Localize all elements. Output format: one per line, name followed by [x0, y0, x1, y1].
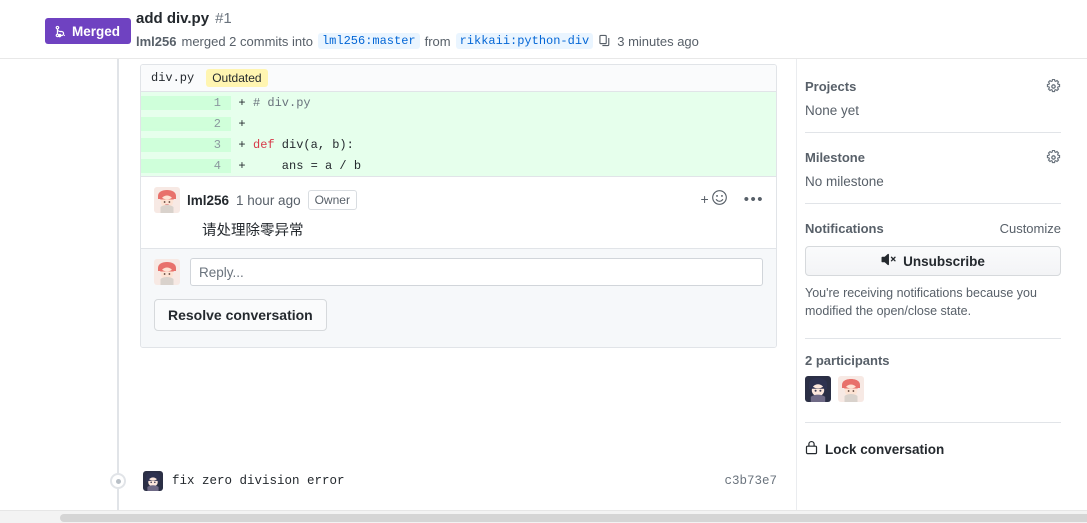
avatar: [143, 471, 163, 491]
pull-request-page: Merged add div.py #1 lml256 merged 2 com…: [0, 0, 1087, 523]
pr-state-badge: Merged: [45, 18, 132, 44]
pr-title-line: add div.py #1: [136, 10, 232, 27]
head-branch-chip[interactable]: rikkaii:python-div: [455, 33, 594, 49]
commit-sha[interactable]: c3b73e7: [724, 474, 777, 488]
comment-header: lml256 1 hour ago Owner: [141, 187, 776, 213]
commit-node-icon: [110, 473, 126, 489]
sidebar-section-lock: Lock conversation: [805, 423, 1061, 458]
comment-timestamp: 1 hour ago: [236, 192, 301, 208]
diff-line-code: # div.py: [253, 95, 311, 110]
comment-menu-button[interactable]: •••: [744, 191, 764, 208]
comment-author[interactable]: lml256: [187, 193, 229, 208]
review-comment: lml256 1 hour ago Owner + ••• 请处理除零异常: [141, 176, 776, 248]
lock-icon: [805, 440, 818, 458]
diff-line-sign: +: [238, 116, 246, 131]
scrollbar-thumb[interactable]: [60, 514, 1087, 522]
diff-line-sign: +: [238, 95, 246, 110]
participant-avatar-list: [805, 376, 1061, 403]
diff-line-number: 4: [141, 158, 231, 173]
participants-label: 2 participants: [805, 353, 890, 369]
comment-actions: + •••: [701, 189, 764, 209]
avatar[interactable]: [838, 376, 864, 403]
avatar[interactable]: [805, 376, 831, 403]
smiley-icon: [711, 189, 728, 209]
commit-timeline-row: fix zero division error c3b73e7: [0, 467, 795, 495]
sidebar-section-milestone: Milestone No milestone: [805, 133, 1061, 204]
unsubscribe-button[interactable]: Unsubscribe: [805, 246, 1061, 276]
from-text: from: [424, 33, 451, 49]
diff-line-number: 3: [141, 137, 231, 152]
gear-icon[interactable]: [1046, 150, 1061, 165]
diff-line: 2 +: [141, 113, 776, 134]
commit-message[interactable]: fix zero division error: [172, 474, 345, 488]
diff-line-code: ans = a / b: [253, 158, 362, 173]
plus-icon: +: [700, 191, 709, 207]
sidebar-section-notifications: Notifications Customize Unsubscribe You'…: [805, 204, 1061, 340]
projects-value: None yet: [805, 103, 860, 118]
diff-line-number: 2: [141, 116, 231, 131]
resolve-conversation-button[interactable]: Resolve conversation: [154, 299, 327, 331]
diff-line: 3 + def div(a, b):: [141, 134, 776, 155]
merge-icon: [54, 25, 67, 38]
comment-body: 请处理除零异常: [202, 223, 304, 239]
customize-link[interactable]: Customize: [1000, 221, 1061, 236]
add-reaction-button[interactable]: +: [701, 189, 728, 209]
diff-body: 1 + # div.py 2 + 3 + def div(a, b): 4 +: [141, 92, 776, 176]
notifications-note: You're receiving notifications because y…: [805, 286, 1037, 319]
base-branch-chip[interactable]: lml256:master: [317, 33, 420, 49]
pr-sidebar: Projects None yet Milestone No milestone…: [796, 59, 1087, 523]
diff-line-sign: +: [238, 158, 246, 173]
copy-branch-icon[interactable]: [598, 34, 612, 48]
owner-role-badge: Owner: [307, 190, 357, 210]
diff-line-number: 1: [141, 95, 231, 110]
timeline-column: div.py Outdated 1 + # div.py 2 + 3 + def: [0, 59, 795, 523]
diff-line-code: def div(a, b):: [253, 138, 354, 152]
notifications-label: Notifications: [805, 221, 884, 236]
outdated-badge: Outdated: [206, 69, 268, 87]
diff-filename[interactable]: div.py: [151, 71, 194, 85]
pr-header: Merged add div.py #1 lml256 merged 2 com…: [0, 0, 1087, 59]
diff-file-header: div.py Outdated: [141, 65, 776, 92]
reply-row: [141, 248, 776, 295]
pr-state-label: Merged: [72, 23, 121, 39]
lock-conversation-button[interactable]: Lock conversation: [805, 440, 1061, 458]
gear-icon[interactable]: [1046, 79, 1061, 94]
lock-conversation-label: Lock conversation: [825, 441, 945, 457]
milestone-header: Milestone: [805, 150, 1061, 165]
reply-input[interactable]: [190, 258, 763, 286]
diff-line-sign: +: [238, 137, 246, 152]
projects-header: Projects: [805, 79, 1061, 94]
diff-rest: div(a, b):: [274, 137, 354, 152]
page-title: add div.py: [136, 10, 210, 27]
pr-author-link[interactable]: lml256: [136, 34, 176, 49]
projects-label: Projects: [805, 79, 857, 94]
horizontal-scrollbar[interactable]: [0, 510, 1087, 523]
diff-keyword: def: [253, 137, 275, 152]
notifications-header: Notifications Customize: [805, 221, 1061, 236]
pr-action-text: merged 2 commits into: [181, 33, 313, 49]
diff-line: 1 + # div.py: [141, 92, 776, 113]
unsubscribe-label: Unsubscribe: [903, 253, 985, 269]
milestone-label: Milestone: [805, 150, 865, 165]
resolve-row: Resolve conversation: [141, 295, 776, 347]
sidebar-section-projects: Projects None yet: [805, 59, 1061, 133]
sidebar-section-participants: 2 participants: [805, 339, 1061, 424]
pr-subtitle: lml256 merged 2 commits into lml256:mast…: [136, 33, 699, 49]
diff-line: 4 + ans = a / b: [141, 155, 776, 176]
pr-timestamp: 3 minutes ago: [617, 33, 699, 49]
timeline-rail: [117, 59, 119, 523]
avatar: [154, 259, 180, 285]
pr-number: #1: [215, 10, 232, 27]
mute-icon: [881, 253, 896, 269]
milestone-value: No milestone: [805, 174, 884, 189]
review-thread-card: div.py Outdated 1 + # div.py 2 + 3 + def: [140, 64, 777, 348]
avatar: [154, 187, 180, 213]
